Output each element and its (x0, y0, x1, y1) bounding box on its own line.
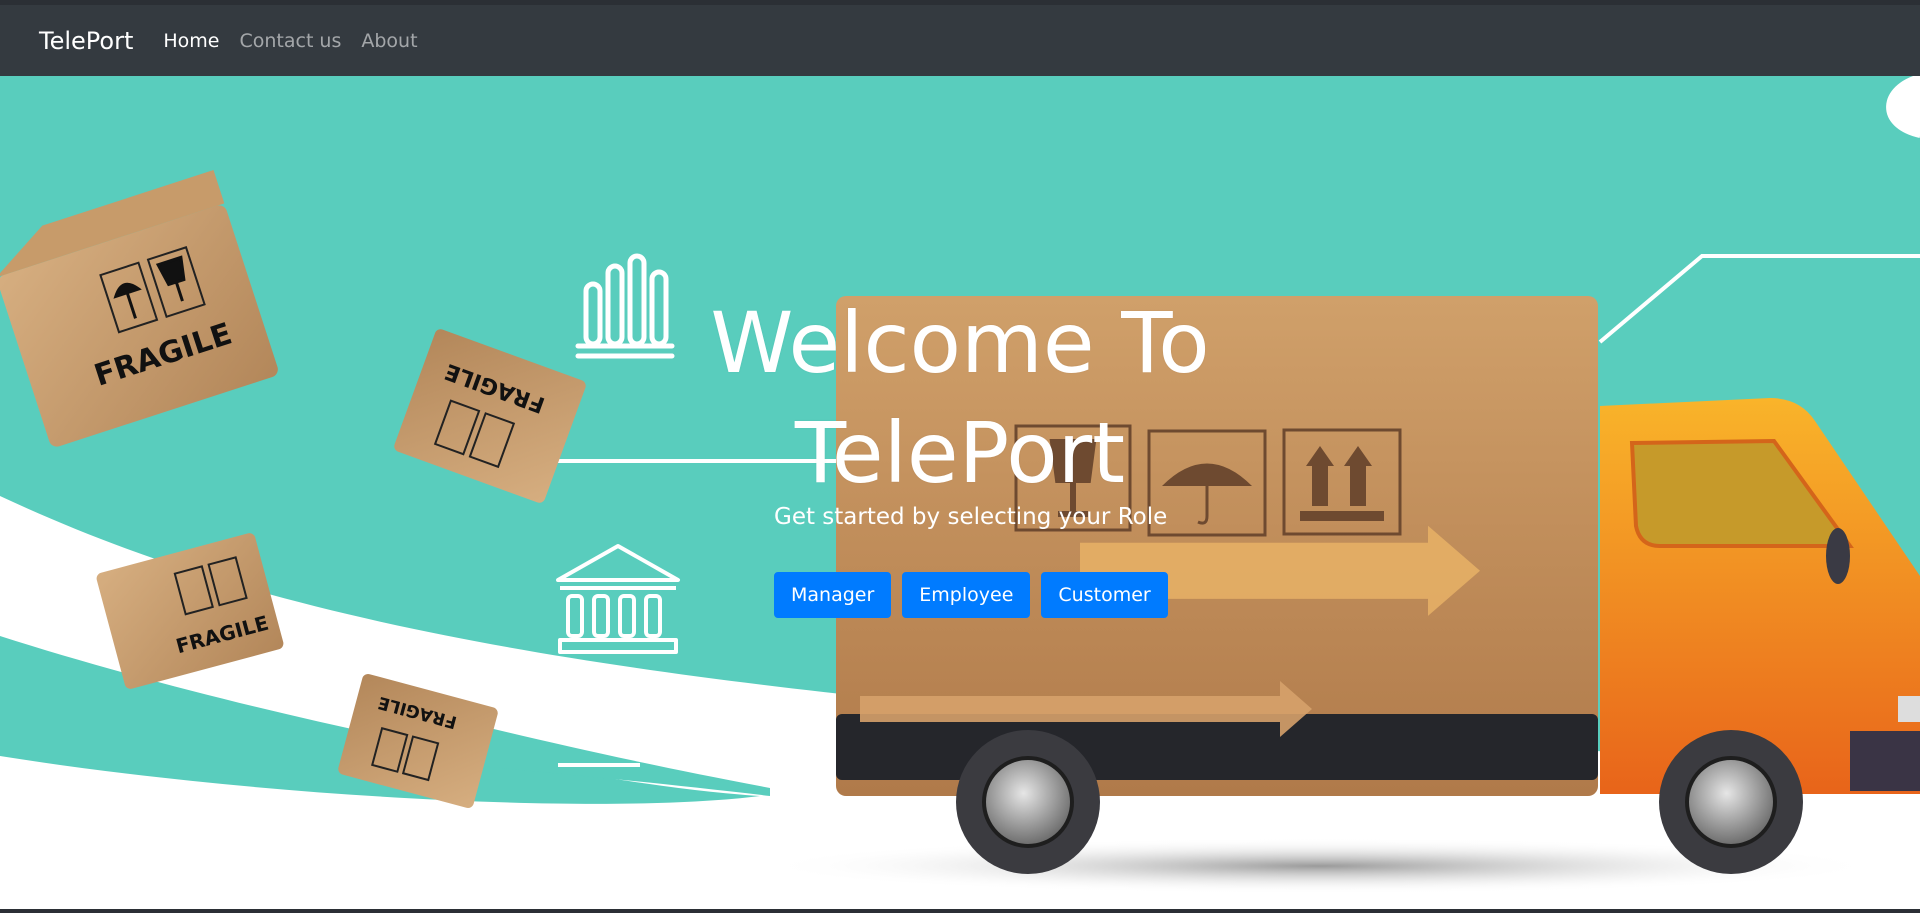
brand-link[interactable]: TelePort (39, 27, 133, 55)
role-button-group: Manager Employee Customer (774, 572, 1168, 618)
manager-button[interactable]: Manager (774, 572, 892, 618)
page-title: Welcome To TelePort (700, 288, 1220, 508)
customer-button[interactable]: Customer (1041, 572, 1168, 618)
front-wheel (956, 730, 1100, 874)
bank-icon (556, 544, 680, 654)
employee-button[interactable]: Employee (902, 572, 1031, 618)
page-subtitle: Get started by selecting your Role (774, 504, 1168, 530)
title-line-2: TelePort (794, 404, 1126, 502)
hero-section: FRAGILE FRAGILE FRAGILE FRAGILE Welcome … (0, 76, 1920, 913)
nav-home[interactable]: Home (163, 30, 219, 52)
fragile-box-1: FRAGILE (0, 170, 278, 447)
nav-contact-us[interactable]: Contact us (239, 30, 341, 52)
nav-about[interactable]: About (361, 30, 417, 52)
title-line-1: Welcome To (710, 294, 1210, 392)
rear-wheel (1659, 730, 1803, 874)
bottom-border (0, 909, 1920, 913)
fragile-box-2: FRAGILE (394, 329, 586, 503)
bar-chart-icon (575, 253, 675, 359)
top-navbar: TelePort Home Contact us About (0, 0, 1920, 76)
